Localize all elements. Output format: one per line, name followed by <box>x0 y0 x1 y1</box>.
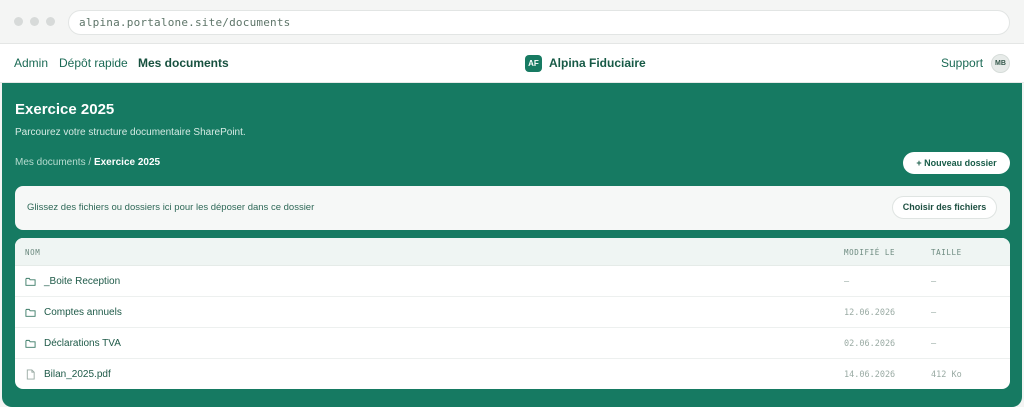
window-maximize-dot[interactable] <box>46 17 55 26</box>
breadcrumb: Mes documents / Exercice 2025 <box>15 157 160 168</box>
table-row[interactable]: Déclarations TVA 02.06.2026 — <box>15 328 1010 359</box>
folder-icon <box>25 277 36 286</box>
choose-files-button[interactable]: Choisir des fichiers <box>892 196 997 219</box>
breadcrumb-current: Exercice 2025 <box>93 157 161 168</box>
row-size: 412 Ko <box>931 370 962 380</box>
page-title: Exercice 2025 <box>15 101 115 118</box>
window-minimize-dot[interactable] <box>30 17 39 26</box>
row-size: — <box>931 308 937 318</box>
column-header-size[interactable]: TAILLE <box>931 248 962 257</box>
nav-depot-link[interactable]: Dépôt rapide <box>59 56 128 70</box>
nav-admin-link[interactable]: Admin <box>14 56 48 70</box>
row-name: Déclarations TVA <box>44 338 121 349</box>
table-row[interactable]: Comptes annuels 12.06.2026 — <box>15 297 1010 328</box>
documents-table: NOM MODIFIÉ LE TAILLE _Boite Reception —… <box>15 238 1010 389</box>
file-icon <box>26 369 35 380</box>
page-subtitle: Parcourez votre structure documentaire S… <box>15 127 246 138</box>
app-window: alpina.portalone.site/documents Admin Dé… <box>0 0 1024 407</box>
brand-name: Alpina Fiduciaire <box>549 56 646 70</box>
column-header-name[interactable]: NOM <box>25 248 40 257</box>
file-dropzone[interactable]: Glissez des fichiers ou dossiers ici pou… <box>15 186 1010 230</box>
top-navigation: Admin Dépôt rapide Mes documents AF Alpi… <box>0 44 1024 83</box>
row-modified: 12.06.2026 <box>844 308 896 318</box>
user-avatar[interactable]: MB <box>991 54 1010 73</box>
table-row[interactable]: _Boite Reception — — <box>15 266 1010 297</box>
table-header: NOM MODIFIÉ LE TAILLE <box>15 238 1010 266</box>
address-bar[interactable]: alpina.portalone.site/documents <box>68 10 1010 35</box>
support-link[interactable]: Support <box>941 56 983 70</box>
browser-chrome: alpina.portalone.site/documents <box>0 0 1024 44</box>
row-modified: 02.06.2026 <box>844 339 896 349</box>
dropzone-text: Glissez des fichiers ou dossiers ici pou… <box>27 202 315 213</box>
row-size: — <box>931 339 937 349</box>
column-header-modified[interactable]: MODIFIÉ LE <box>844 248 895 257</box>
row-modified: 14.06.2026 <box>844 370 896 380</box>
breadcrumb-separator: / <box>85 157 94 168</box>
table-row[interactable]: Bilan_2025.pdf 14.06.2026 412 Ko <box>15 359 1010 389</box>
window-close-dot[interactable] <box>14 17 23 26</box>
folder-icon <box>25 308 36 317</box>
row-name: Bilan_2025.pdf <box>44 369 111 380</box>
row-modified: — <box>844 277 850 287</box>
new-folder-button[interactable]: + Nouveau dossier <box>903 152 1010 174</box>
folder-icon <box>25 339 36 348</box>
brand-logo-icon: AF <box>525 54 542 72</box>
row-size: — <box>931 277 937 287</box>
brand[interactable]: AF Alpina Fiduciaire <box>525 54 646 72</box>
breadcrumb-parent-link[interactable]: Mes documents <box>15 157 86 168</box>
row-name: Comptes annuels <box>44 307 122 318</box>
row-name: _Boite Reception <box>44 276 121 287</box>
nav-documents-link[interactable]: Mes documents <box>138 56 229 70</box>
